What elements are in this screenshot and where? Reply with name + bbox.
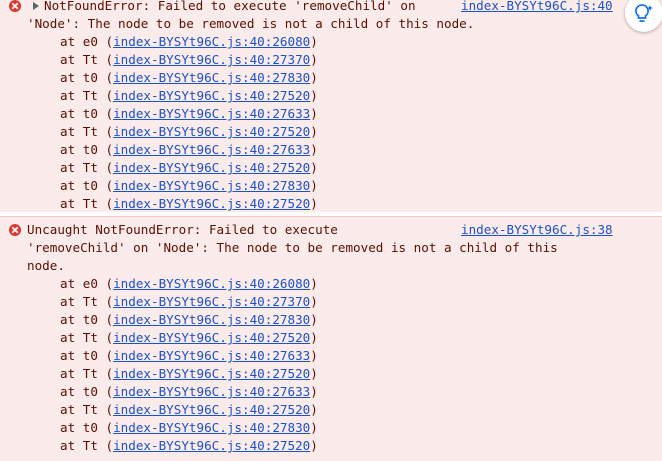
stack-frame-link[interactable]: index-BYSYt96C.js:40:27830 — [113, 420, 310, 435]
stack-frame-function: at Tt — [60, 52, 98, 67]
console-error-entry-2: Uncaught NotFoundError: Failed to execut… — [0, 216, 662, 461]
error-message-line-1: NotFoundError: Failed to execute 'remove… — [44, 0, 416, 13]
source-link[interactable]: index-BYSYt96C.js:38 — [461, 221, 613, 239]
stack-frame-function: at t0 — [60, 384, 98, 399]
stack-frame-function: at Tt — [60, 124, 98, 139]
stack-frame-link[interactable]: index-BYSYt96C.js:40:27520 — [113, 366, 310, 381]
stack-frame: at Tt (index-BYSYt96C.js:40:27370) — [60, 294, 318, 309]
stack-frame-link[interactable]: index-BYSYt96C.js:40:27370 — [113, 52, 310, 67]
stack-frame: at t0 (index-BYSYt96C.js:40:27830) — [60, 178, 318, 193]
stack-frame-function: at Tt — [60, 402, 98, 417]
stack-frame-link[interactable]: index-BYSYt96C.js:40:27830 — [113, 312, 310, 327]
stack-frame-link[interactable]: index-BYSYt96C.js:40:27520 — [113, 124, 310, 139]
stack-frame: at t0 (index-BYSYt96C.js:40:27633) — [60, 348, 318, 363]
stack-frame-link[interactable]: index-BYSYt96C.js:40:27520 — [113, 88, 310, 103]
stack-frame-function: at Tt — [60, 366, 98, 381]
stack-frame-function: at e0 — [60, 34, 98, 49]
stack-frame-function: at e0 — [60, 276, 98, 291]
error-icon — [9, 0, 21, 12]
stack-frame: at t0 (index-BYSYt96C.js:40:27633) — [60, 106, 318, 121]
source-link[interactable]: index-BYSYt96C.js:40 — [461, 0, 613, 15]
stack-frame-function: at t0 — [60, 142, 98, 157]
stack-frame-link[interactable]: index-BYSYt96C.js:40:27520 — [113, 196, 310, 211]
stack-frame: at Tt (index-BYSYt96C.js:40:27520) — [60, 438, 318, 453]
error-message-line-2: 'removeChild' on 'Node': The node to be … — [27, 240, 558, 255]
stack-frame: at Tt (index-BYSYt96C.js:40:27520) — [60, 366, 318, 381]
stack-frame: at Tt (index-BYSYt96C.js:40:27520) — [60, 196, 318, 211]
stack-frame-function: at Tt — [60, 196, 98, 211]
stack-frame-link[interactable]: index-BYSYt96C.js:40:27520 — [113, 160, 310, 175]
error-icon — [9, 224, 21, 236]
expand-triangle-icon[interactable] — [33, 2, 39, 10]
stack-frame: at t0 (index-BYSYt96C.js:40:27633) — [60, 384, 318, 399]
stack-frame: at t0 (index-BYSYt96C.js:40:27830) — [60, 420, 318, 435]
stack-frame-function: at Tt — [60, 88, 98, 103]
stack-frame-link[interactable]: index-BYSYt96C.js:40:27830 — [113, 178, 310, 193]
stack-frame-link[interactable]: index-BYSYt96C.js:40:27633 — [113, 348, 310, 363]
stack-frame: at Tt (index-BYSYt96C.js:40:27520) — [60, 402, 318, 417]
stack-frame-function: at t0 — [60, 312, 98, 327]
stack-frame: at t0 (index-BYSYt96C.js:40:27633) — [60, 142, 318, 157]
stack-frame-link[interactable]: index-BYSYt96C.js:40:27370 — [113, 294, 310, 309]
stack-frame-function: at Tt — [60, 330, 98, 345]
stack-frame: at Tt (index-BYSYt96C.js:40:27520) — [60, 160, 318, 175]
stack-frame-function: at t0 — [60, 106, 98, 121]
stack-frame-link[interactable]: index-BYSYt96C.js:40:26080 — [113, 276, 310, 291]
error-message-line-3: node. — [27, 258, 65, 273]
stack-frame-function: at Tt — [60, 160, 98, 175]
stack-frame-link[interactable]: index-BYSYt96C.js:40:27520 — [113, 402, 310, 417]
error-message-line-1: Uncaught NotFoundError: Failed to execut… — [27, 222, 338, 237]
stack-frame-link[interactable]: index-BYSYt96C.js:40:27633 — [113, 106, 310, 121]
stack-frame-link[interactable]: index-BYSYt96C.js:40:27520 — [113, 330, 310, 345]
stack-frame: at e0 (index-BYSYt96C.js:40:26080) — [60, 276, 318, 291]
stack-frame: at Tt (index-BYSYt96C.js:40:27370) — [60, 52, 318, 67]
stack-frame-link[interactable]: index-BYSYt96C.js:40:27830 — [113, 70, 310, 85]
stack-frame: at t0 (index-BYSYt96C.js:40:27830) — [60, 312, 318, 327]
stack-frame-function: at Tt — [60, 438, 98, 453]
stack-frame-function: at Tt — [60, 294, 98, 309]
stack-frame-function: at t0 — [60, 178, 98, 193]
stack-frame: at Tt (index-BYSYt96C.js:40:27520) — [60, 330, 318, 345]
stack-frame-link[interactable]: index-BYSYt96C.js:40:27633 — [113, 384, 310, 399]
stack-frame-link[interactable]: index-BYSYt96C.js:40:27520 — [113, 438, 310, 453]
stack-frame-function: at t0 — [60, 70, 98, 85]
console-error-entry-1: NotFoundError: Failed to execute 'remove… — [0, 0, 662, 212]
stack-frame: at t0 (index-BYSYt96C.js:40:27830) — [60, 70, 318, 85]
stack-frame: at Tt (index-BYSYt96C.js:40:27520) — [60, 124, 318, 139]
stack-frame: at e0 (index-BYSYt96C.js:40:26080) — [60, 34, 318, 49]
stack-frame-link[interactable]: index-BYSYt96C.js:40:27633 — [113, 142, 310, 157]
stack-frame-function: at t0 — [60, 420, 98, 435]
stack-frame-link[interactable]: index-BYSYt96C.js:40:26080 — [113, 34, 310, 49]
stack-frame-function: at t0 — [60, 348, 98, 363]
error-message-line-2: 'Node': The node to be removed is not a … — [27, 16, 475, 31]
stack-frame: at Tt (index-BYSYt96C.js:40:27520) — [60, 88, 318, 103]
ai-assistance-button[interactable] — [625, 0, 662, 32]
ai-assistance-icon — [635, 4, 653, 22]
